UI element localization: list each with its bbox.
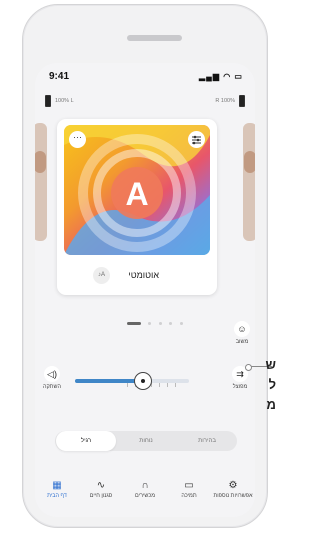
pager-dot[interactable]: [158, 322, 162, 326]
program-type-icon: ♪A: [93, 267, 110, 284]
program-art-letter: A: [125, 176, 148, 212]
tab-more-options[interactable]: ⚙ אפשרויות נוספות: [211, 479, 255, 499]
adjust-settings-button[interactable]: [188, 131, 205, 148]
tab-home[interactable]: ▦ דף הבית: [35, 479, 79, 499]
callout-line-text: מ: [266, 397, 276, 412]
program-name: אוטומטי: [128, 270, 159, 280]
right-battery-label: R 100%: [215, 98, 235, 104]
tab-label: אפשרויות נוספות: [213, 493, 253, 499]
mute-label: השתקה: [43, 384, 61, 390]
segment-clarity[interactable]: בהירות: [177, 431, 237, 451]
more-options-button[interactable]: ···: [69, 131, 86, 148]
hearing-aid-icon: ∩: [141, 480, 149, 491]
person-image: [244, 151, 255, 173]
segment-comfort[interactable]: נוחות: [116, 431, 176, 451]
split-label: מפוצל: [232, 384, 248, 390]
volume-slider[interactable]: [75, 372, 189, 390]
person-image: [35, 151, 46, 173]
tab-label: תמיכה: [181, 493, 197, 499]
right-battery-icon: [239, 95, 245, 107]
carousel-pager[interactable]: [127, 315, 186, 326]
tab-label: מכשירים: [135, 493, 155, 499]
pager-dot-active[interactable]: [127, 322, 141, 326]
tab-label: סגנון חיים: [89, 493, 113, 499]
tab-support[interactable]: ▭ תמיכה: [167, 479, 211, 499]
sound-mode-segmented-control[interactable]: בהירות נוחות רגיל: [55, 431, 237, 451]
tab-label: דף הבית: [47, 493, 67, 499]
left-battery-label: 100% L: [55, 98, 74, 104]
status-icons: ▂▄▆ ◠ ▭: [199, 72, 243, 81]
smiley-icon: ☺: [234, 321, 250, 337]
callout-line-text: ל: [268, 377, 276, 392]
callout-text: שלמ: [264, 355, 276, 415]
pager-dot[interactable]: [179, 322, 183, 326]
status-time: 9:41: [49, 71, 70, 82]
battery-row: 100% L R 100%: [45, 95, 245, 107]
feedback-button[interactable]: ☺ משוב: [231, 321, 253, 345]
program-card-footer: ♪A אוטומטי: [57, 261, 217, 291]
segment-normal[interactable]: רגיל: [56, 431, 116, 451]
feedback-label: משוב: [235, 339, 249, 345]
phone-frame: 9:41 ▂▄▆ ◠ ▭ 100% L R 100% A ··· ♪A אוטו…: [22, 4, 268, 528]
chat-icon: ▭: [184, 480, 194, 491]
home-grid-icon: ▦: [52, 480, 62, 491]
sliders-icon: [192, 135, 201, 145]
status-bar: 9:41 ▂▄▆ ◠ ▭: [49, 71, 243, 85]
program-card[interactable]: A ··· ♪A אוטומטי: [57, 119, 217, 295]
pager-dot[interactable]: [148, 322, 152, 326]
previous-program-card[interactable]: [35, 123, 47, 241]
mute-button[interactable]: ◁) השתקה: [39, 366, 65, 390]
activity-icon: ∿: [96, 480, 106, 491]
speaker-icon: ◁): [44, 366, 60, 382]
tab-devices[interactable]: ∩ מכשירים: [123, 479, 167, 499]
callout-line-text: ש: [265, 357, 276, 372]
pager-dot[interactable]: [169, 322, 173, 326]
gear-icon: ⚙: [228, 480, 238, 491]
app-screen: 9:41 ▂▄▆ ◠ ▭ 100% L R 100% A ··· ♪A אוטו…: [35, 63, 255, 517]
volume-thumb[interactable]: [134, 372, 152, 390]
speaker-notch: [127, 35, 182, 41]
tab-lifestyle[interactable]: ∿ סגנון חיים: [79, 479, 123, 499]
bottom-tab-bar: ⚙ אפשרויות נוספות ▭ תמיכה ∩ מכשירים ∿ סג…: [35, 473, 255, 517]
left-battery-icon: [45, 95, 51, 107]
next-program-card[interactable]: [243, 123, 255, 241]
